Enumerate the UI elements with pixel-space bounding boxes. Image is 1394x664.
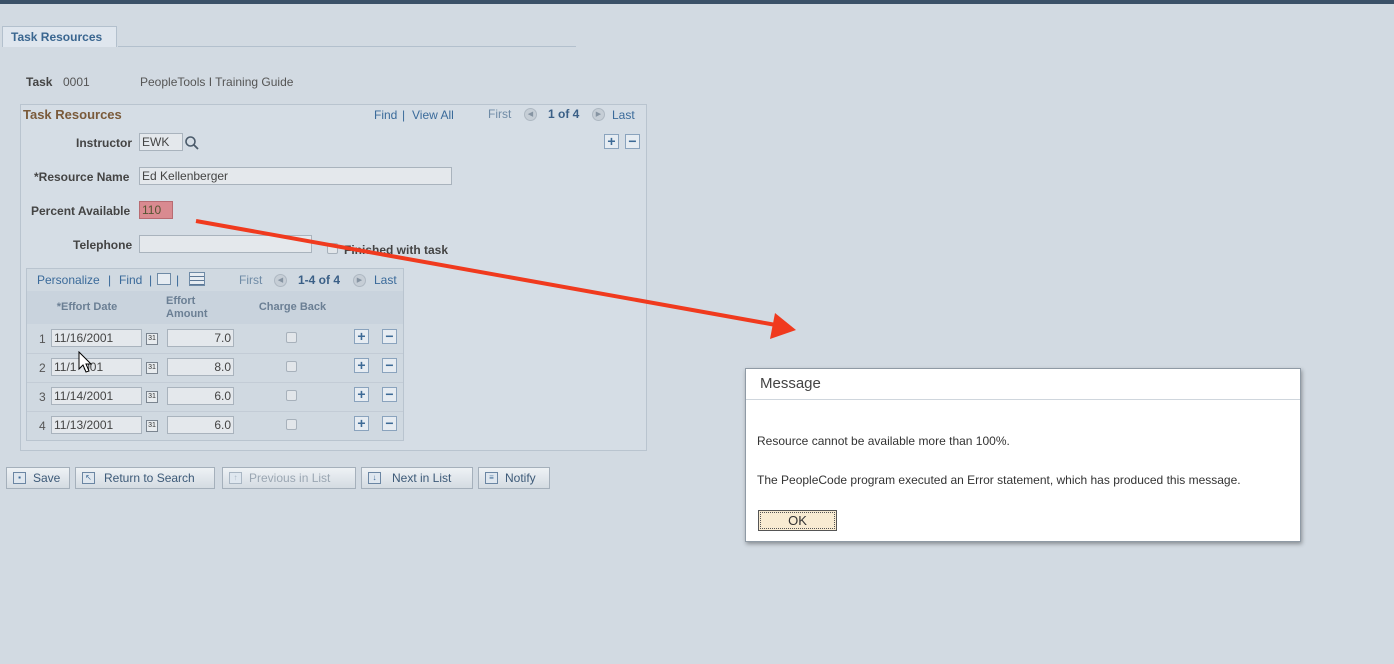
message-dialog: Message Resource cannot be available mor… — [745, 368, 1301, 542]
mouse-cursor-icon — [78, 351, 93, 373]
dialog-title: Message — [746, 369, 1300, 400]
annotation-arrow — [195, 219, 796, 339]
ok-button[interactable]: OK — [758, 510, 837, 531]
dialog-message-line2: The PeopleCode program executed an Error… — [757, 473, 1241, 487]
dialog-message-line1: Resource cannot be available more than 1… — [757, 434, 1010, 448]
